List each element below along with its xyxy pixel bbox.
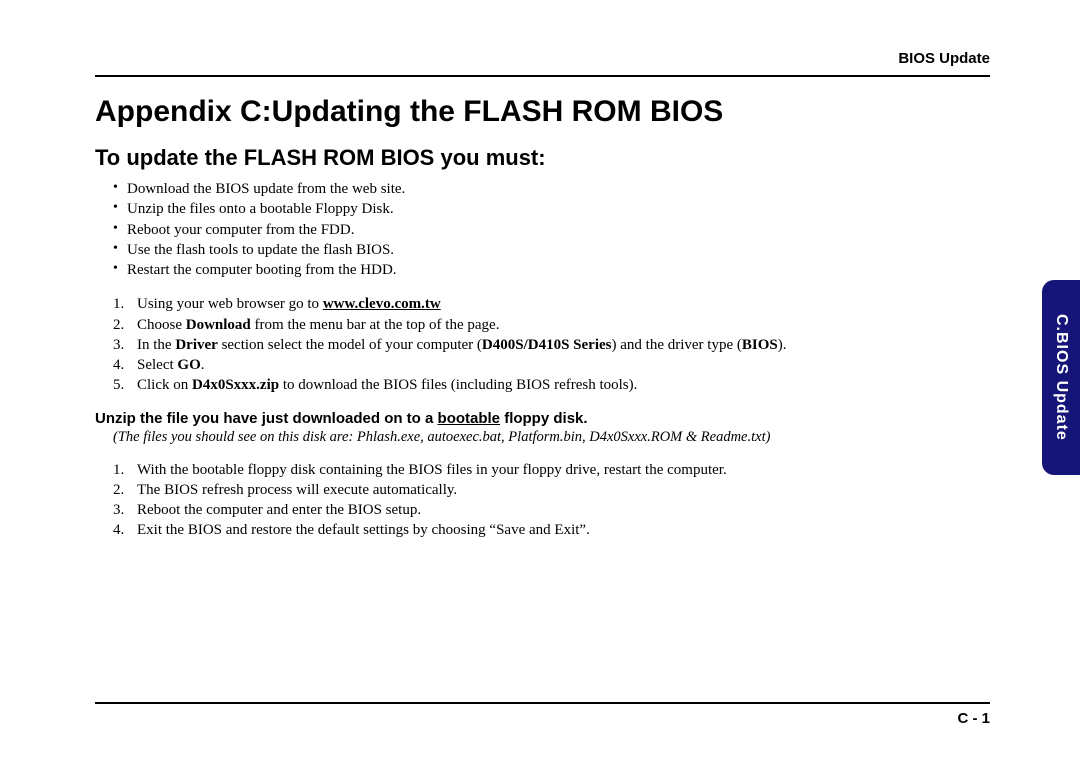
website-link[interactable]: www.clevo.com.tw (323, 296, 441, 312)
bold-term: Driver (175, 337, 217, 353)
flash-steps: 1. With the bootable floppy disk containi… (113, 460, 990, 541)
bold-term: Download (186, 317, 251, 333)
step-text: Click on (137, 377, 192, 393)
unzip-instruction: Unzip the file you have just downloaded … (95, 410, 990, 427)
step-number: 2. (113, 315, 124, 335)
header-section-label: BIOS Update (95, 50, 990, 67)
step-text: Exit the BIOS and restore the default se… (137, 522, 590, 538)
step-text: Reboot the computer and enter the BIOS s… (137, 502, 421, 518)
step-number: 3. (113, 500, 124, 520)
rule-top (95, 75, 990, 77)
step-text: The BIOS refresh process will execute au… (137, 482, 457, 498)
list-item: 2. The BIOS refresh process will execute … (113, 480, 990, 500)
list-item: Unzip the files onto a bootable Floppy D… (113, 199, 990, 219)
side-tab-label: C.BIOS Update (1052, 314, 1070, 441)
list-item: Use the flash tools to update the flash … (113, 240, 990, 260)
bold-term: D4x0Sxxx.zip (192, 377, 279, 393)
download-steps: 1. Using your web browser go to www.clevo… (113, 294, 990, 395)
page-container: BIOS Update Appendix C:Updating the FLAS… (0, 0, 1080, 763)
bold-term: BIOS (742, 337, 778, 353)
step-text: section select the model of your compute… (218, 337, 482, 353)
list-item: 3. In the Driver section select the model… (113, 335, 990, 355)
list-item: 4. Exit the BIOS and restore the default … (113, 520, 990, 540)
instruction-text: Unzip the file you have just downloaded … (95, 410, 438, 427)
rule-bottom (95, 702, 990, 704)
step-number: 4. (113, 520, 124, 540)
bold-term: GO (177, 357, 200, 373)
instruction-underline: bootable (438, 410, 501, 427)
step-text: ) and the driver type ( (612, 337, 742, 353)
list-item: 3. Reboot the computer and enter the BIOS… (113, 500, 990, 520)
step-text: Using your web browser go to (137, 296, 323, 312)
list-item: 4. Select GO. (113, 355, 990, 375)
step-number: 5. (113, 375, 124, 395)
step-number: 3. (113, 335, 124, 355)
list-item: 5. Click on D4x0Sxxx.zip to download the … (113, 375, 990, 395)
list-item: 2. Choose Download from the menu bar at t… (113, 315, 990, 335)
page-number: C - 1 (95, 710, 990, 727)
step-text: to download the BIOS files (including BI… (279, 377, 637, 393)
step-number: 2. (113, 480, 124, 500)
side-tab: C.BIOS Update (1042, 280, 1080, 475)
page-footer: C - 1 (95, 702, 990, 727)
list-item: Restart the computer booting from the HD… (113, 260, 990, 280)
step-text: With the bootable floppy disk containing… (137, 462, 727, 478)
list-item: Download the BIOS update from the web si… (113, 179, 990, 199)
step-number: 4. (113, 355, 124, 375)
step-text: In the (137, 337, 175, 353)
step-text: Choose (137, 317, 186, 333)
files-note: (The files you should see on this disk a… (113, 429, 990, 446)
step-number: 1. (113, 294, 124, 314)
step-text: Select (137, 357, 177, 373)
summary-bullets: Download the BIOS update from the web si… (113, 179, 990, 280)
instruction-text: floppy disk. (500, 410, 588, 427)
step-text: from the menu bar at the top of the page… (251, 317, 500, 333)
step-text: ). (778, 337, 787, 353)
list-item: 1. Using your web browser go to www.clevo… (113, 294, 990, 314)
section-subtitle: To update the FLASH ROM BIOS you must: (95, 145, 990, 171)
step-text: . (201, 357, 205, 373)
step-number: 1. (113, 460, 124, 480)
appendix-title: Appendix C:Updating the FLASH ROM BIOS (95, 95, 990, 129)
list-item: Reboot your computer from the FDD. (113, 220, 990, 240)
bold-term: D400S/D410S Series (482, 337, 612, 353)
list-item: 1. With the bootable floppy disk containi… (113, 460, 990, 480)
